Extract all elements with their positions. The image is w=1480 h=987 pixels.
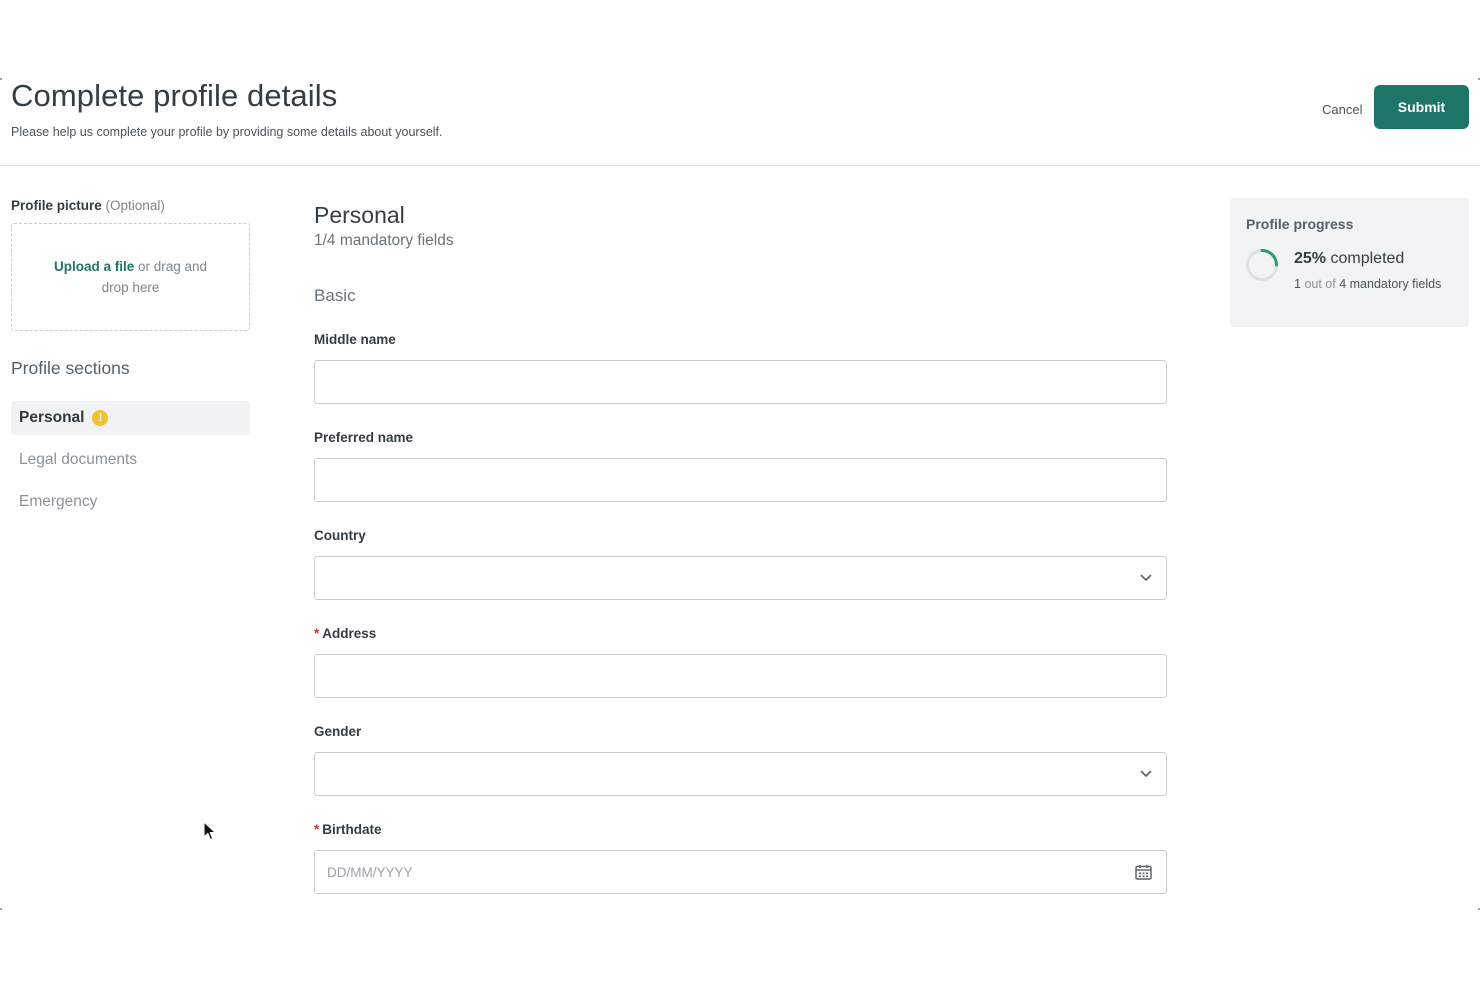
country-select[interactable] bbox=[314, 556, 1167, 600]
chevron-down-icon bbox=[1140, 770, 1152, 778]
middle-name-input[interactable] bbox=[314, 360, 1167, 404]
profile-sections-title: Profile sections bbox=[11, 358, 130, 378]
birthdate-placeholder: DD/MM/YYYY bbox=[327, 864, 413, 880]
left-panel: Profile picture (Optional) Upload a file… bbox=[11, 198, 251, 527]
address-label: * Address bbox=[314, 626, 377, 641]
progress-ring bbox=[1246, 249, 1278, 281]
calendar-icon[interactable] bbox=[1135, 864, 1152, 880]
profile-progress-card: Profile progress 25% completed 1 out of … bbox=[1230, 198, 1469, 327]
progress-detail: 1 out of 4 mandatory fields bbox=[1294, 277, 1442, 291]
page-header: Complete profile details Please help us … bbox=[0, 78, 1480, 166]
birthdate-input[interactable]: DD/MM/YYYY bbox=[314, 850, 1167, 894]
cancel-button[interactable]: Cancel bbox=[1310, 97, 1374, 121]
preferred-name-label: Preferred name bbox=[314, 430, 414, 445]
mandatory-fields-count: 1/4 mandatory fields bbox=[314, 232, 454, 249]
field-birthdate: * Birthdate DD/MM/YYYY bbox=[314, 822, 1167, 894]
chevron-down-icon bbox=[1140, 574, 1152, 582]
upload-file-link[interactable]: Upload a file bbox=[54, 259, 134, 274]
profile-sections-nav: Personal ! Legal documents Emergency bbox=[11, 401, 251, 519]
field-gender: Gender bbox=[314, 724, 1167, 796]
dropzone-text: Upload a file or drag and drop here bbox=[42, 256, 219, 298]
profile-picture-label: Profile picture (Optional) bbox=[11, 198, 165, 213]
profile-page: Complete profile details Please help us … bbox=[0, 78, 1480, 910]
submit-button[interactable]: Submit bbox=[1374, 85, 1469, 129]
profile-picture-dropzone[interactable]: Upload a file or drag and drop here bbox=[11, 223, 250, 331]
gender-select[interactable] bbox=[314, 752, 1167, 796]
exclamation-circle-icon: ! bbox=[92, 410, 109, 426]
nav-item-personal[interactable]: Personal ! bbox=[11, 401, 250, 435]
gender-label: Gender bbox=[314, 724, 362, 739]
field-preferred-name: Preferred name bbox=[314, 430, 1167, 502]
required-marker: * bbox=[314, 626, 320, 641]
birthdate-label: * Birthdate bbox=[314, 822, 382, 837]
page-subtitle: Please help us complete your profile by … bbox=[11, 125, 443, 139]
section-title: Personal bbox=[314, 202, 405, 228]
progress-percent: 25% completed bbox=[1294, 250, 1405, 267]
preferred-name-input[interactable] bbox=[314, 458, 1167, 502]
group-title-basic: Basic bbox=[314, 286, 356, 305]
profile-progress-title: Profile progress bbox=[1246, 216, 1354, 232]
optional-tag: (Optional) bbox=[105, 198, 165, 213]
field-country: Country bbox=[314, 528, 1167, 600]
page-title: Complete profile details bbox=[11, 78, 338, 113]
address-input[interactable] bbox=[314, 654, 1167, 698]
nav-item-emergency[interactable]: Emergency bbox=[11, 485, 250, 519]
field-middle-name: Middle name bbox=[314, 332, 1167, 404]
country-label: Country bbox=[314, 528, 366, 543]
corner-mark bbox=[0, 908, 2, 910]
required-marker: * bbox=[314, 822, 320, 837]
personal-form: Personal 1/4 mandatory fields Basic Midd… bbox=[314, 202, 1167, 894]
field-address: * Address bbox=[314, 626, 1167, 698]
nav-item-legal-documents[interactable]: Legal documents bbox=[11, 443, 250, 477]
mouse-pointer-icon bbox=[203, 821, 216, 841]
middle-name-label: Middle name bbox=[314, 332, 396, 347]
